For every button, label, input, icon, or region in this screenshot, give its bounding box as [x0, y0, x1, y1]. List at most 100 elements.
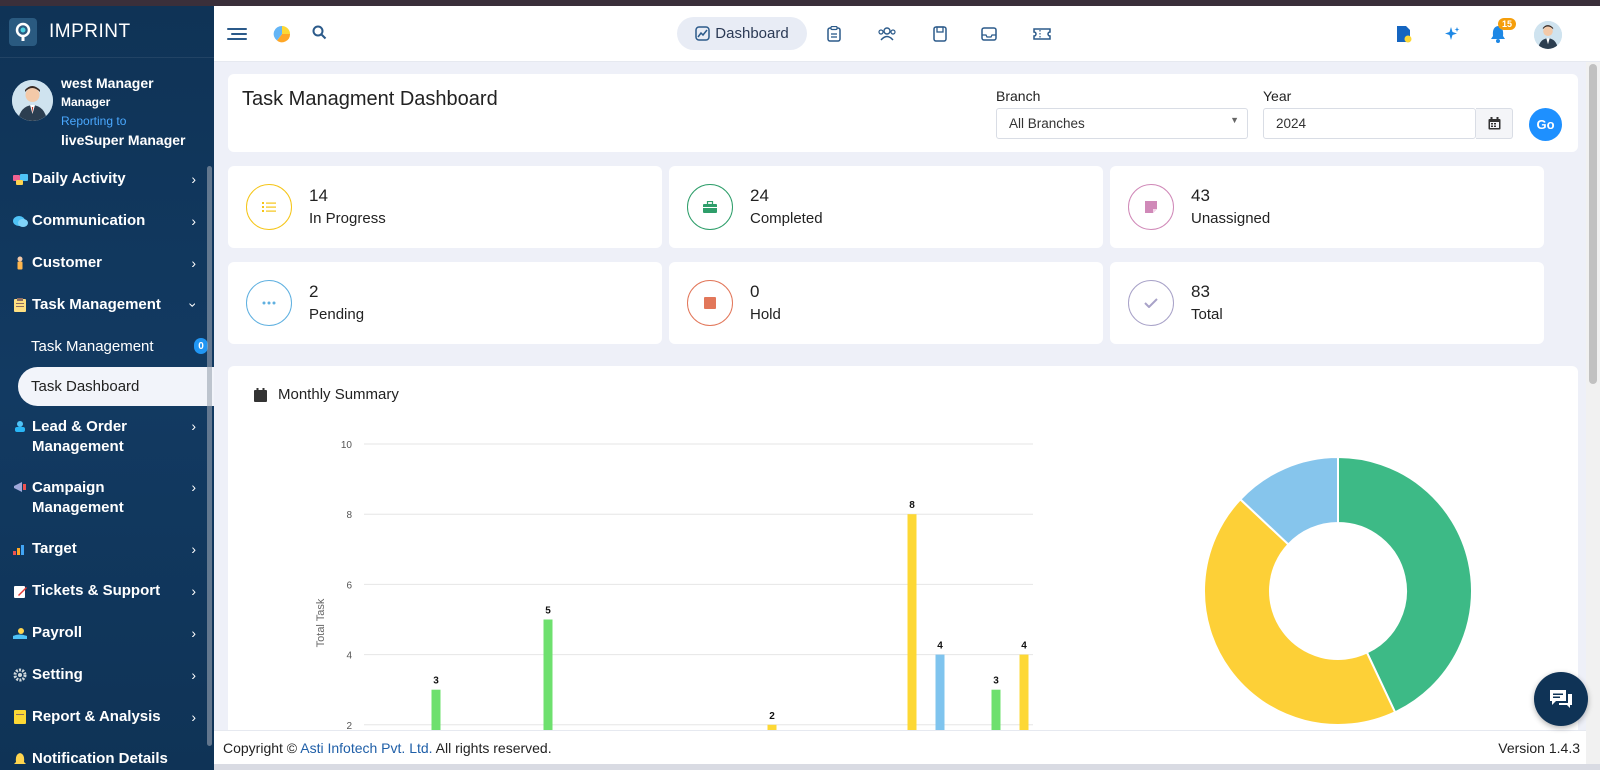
topbar: Dashboard 15: [214, 6, 1600, 62]
y-tick-label: 8: [346, 510, 352, 521]
sidebar-item-campaign[interactable]: Campaign Management ›: [0, 467, 214, 528]
calendar-icon: [254, 388, 267, 402]
branch-select[interactable]: All Branches ▼: [996, 108, 1248, 139]
sidebar-item-target[interactable]: Target ›: [0, 528, 214, 570]
sidebar-item-customer[interactable]: Customer ›: [0, 242, 214, 284]
brand-name: IMPRINT: [49, 20, 131, 42]
bar[interactable]: [543, 619, 553, 731]
sidebar-item-task-management[interactable]: Task Management ›: [0, 284, 214, 326]
search-icon[interactable]: [309, 22, 329, 42]
ticket-icon: [12, 583, 28, 599]
tab-dashboard[interactable]: Dashboard: [677, 17, 807, 50]
stat-card-in-progress[interactable]: 14 In Progress: [228, 166, 662, 248]
chat-support-button[interactable]: [1534, 672, 1588, 726]
sidebar-subitem-task-management[interactable]: Task Management 0: [0, 326, 214, 367]
stat-value: 14: [309, 186, 328, 205]
sidebar-item-report[interactable]: Report & Analysis ›: [0, 696, 214, 738]
y-tick-label: 4: [346, 651, 352, 662]
dashboard-chart-icon: [695, 26, 711, 41]
stat-card-pending[interactable]: 2 Pending: [228, 262, 662, 344]
page-bottom-strip: [214, 764, 1600, 770]
stat-label: Pending: [309, 306, 365, 323]
brand[interactable]: IMPRINT: [0, 6, 214, 58]
chevron-right-icon: ›: [191, 213, 196, 229]
sidebar-item-setting[interactable]: Setting ›: [0, 654, 214, 696]
customer-icon: [12, 255, 28, 271]
theme-palette-icon[interactable]: [272, 24, 292, 44]
stat-value: 2: [309, 282, 319, 301]
bar-data-label: 3: [433, 676, 439, 687]
user-avatar[interactable]: [1534, 21, 1562, 49]
y-tick-label: 2: [346, 721, 352, 730]
sidebar-item-notification[interactable]: Notification Details: [0, 738, 214, 770]
chevron-right-icon: ›: [191, 541, 196, 557]
ticket-nav-icon[interactable]: [1032, 24, 1052, 44]
chat-bubbles-icon: [12, 213, 28, 229]
sidebar-scrollbar[interactable]: [207, 166, 212, 746]
stat-label: Completed: [750, 210, 823, 227]
bar-data-label: 4: [937, 641, 943, 652]
chevron-right-icon: ›: [191, 583, 196, 599]
sidebar-item-communication[interactable]: Communication ›: [0, 200, 214, 242]
reporting-label: Reporting to: [61, 114, 127, 128]
sparkle-icon[interactable]: [1442, 24, 1462, 44]
clipboard-icon: [12, 297, 28, 313]
hamburger-menu-icon[interactable]: [227, 24, 247, 44]
chevron-down-icon: ›: [185, 302, 202, 308]
target-chart-icon: [12, 541, 28, 557]
branch-label: Branch: [996, 88, 1041, 104]
inbox-nav-icon[interactable]: [979, 24, 999, 44]
monthly-summary-card: Monthly Summary 246810 3151218434 Total …: [228, 366, 1578, 730]
profile-name: west Manager: [61, 75, 154, 91]
bar[interactable]: [431, 689, 441, 730]
chevron-right-icon: ›: [191, 171, 196, 187]
stat-label: Unassigned: [1191, 210, 1271, 227]
stat-card-hold[interactable]: 0 Hold: [669, 262, 1103, 344]
avatar[interactable]: [12, 80, 53, 121]
stat-label: Total: [1191, 306, 1223, 323]
bar[interactable]: [907, 514, 917, 730]
calendar-button[interactable]: [1476, 108, 1513, 139]
stat-value: 43: [1191, 186, 1210, 205]
stat-card-unassigned[interactable]: 43 Unassigned: [1110, 166, 1544, 248]
chevron-right-icon: ›: [191, 625, 196, 641]
stat-card-total[interactable]: 83 Total: [1110, 262, 1544, 344]
sticky-note-icon: [1128, 184, 1174, 230]
bar[interactable]: [935, 654, 945, 730]
more-dots-icon: [246, 280, 292, 326]
summary-title: Monthly Summary: [278, 386, 399, 403]
copyright: Copyright © Asti Infotech Pvt. Ltd. All …: [223, 740, 552, 756]
sidebar-item-payroll[interactable]: Payroll ›: [0, 612, 214, 654]
bar[interactable]: [1019, 654, 1029, 730]
sidebar-item-daily-activity[interactable]: Daily Activity ›: [0, 158, 214, 200]
year-input[interactable]: 2024: [1263, 108, 1476, 139]
monthly-bar-chart: 246810 3151218434 Total Task: [315, 440, 1033, 731]
sidebar-subitem-task-dashboard[interactable]: Task Dashboard: [18, 367, 214, 406]
payroll-icon: [12, 625, 28, 641]
list-icon: [246, 184, 292, 230]
clipboard-nav-icon[interactable]: [824, 24, 844, 44]
chevron-right-icon: ›: [191, 709, 196, 725]
chevron-right-icon: ›: [191, 418, 196, 434]
briefcase-icon: [687, 184, 733, 230]
bar[interactable]: [991, 689, 1001, 730]
count-badge: 0: [194, 338, 208, 354]
caret-down-icon: ▼: [1230, 115, 1239, 125]
sidebar-item-tickets[interactable]: Tickets & Support ›: [0, 570, 214, 612]
sidebar: IMPRINT west Manager Manager Reporting t…: [0, 6, 214, 770]
users-nav-icon[interactable]: [877, 24, 897, 44]
go-button[interactable]: Go: [1529, 108, 1562, 141]
y-axis-label: Total Task: [315, 598, 327, 647]
notification-bell-icon[interactable]: 15: [1488, 18, 1517, 44]
user-profile: west Manager Manager Reporting to liveSu…: [0, 58, 214, 158]
company-link[interactable]: Asti Infotech Pvt. Ltd.: [300, 740, 432, 756]
chevron-right-icon: ›: [191, 667, 196, 683]
scrollbar-thumb[interactable]: [1589, 64, 1597, 384]
report-icon: [12, 709, 28, 725]
file-report-icon[interactable]: [1394, 24, 1414, 44]
stat-card-completed[interactable]: 24 Completed: [669, 166, 1103, 248]
sidebar-item-lead-order[interactable]: Lead & Order Management ›: [0, 406, 214, 467]
check-icon: [1128, 280, 1174, 326]
page-scrollbar[interactable]: [1586, 62, 1600, 764]
document-nav-icon[interactable]: [930, 24, 950, 44]
